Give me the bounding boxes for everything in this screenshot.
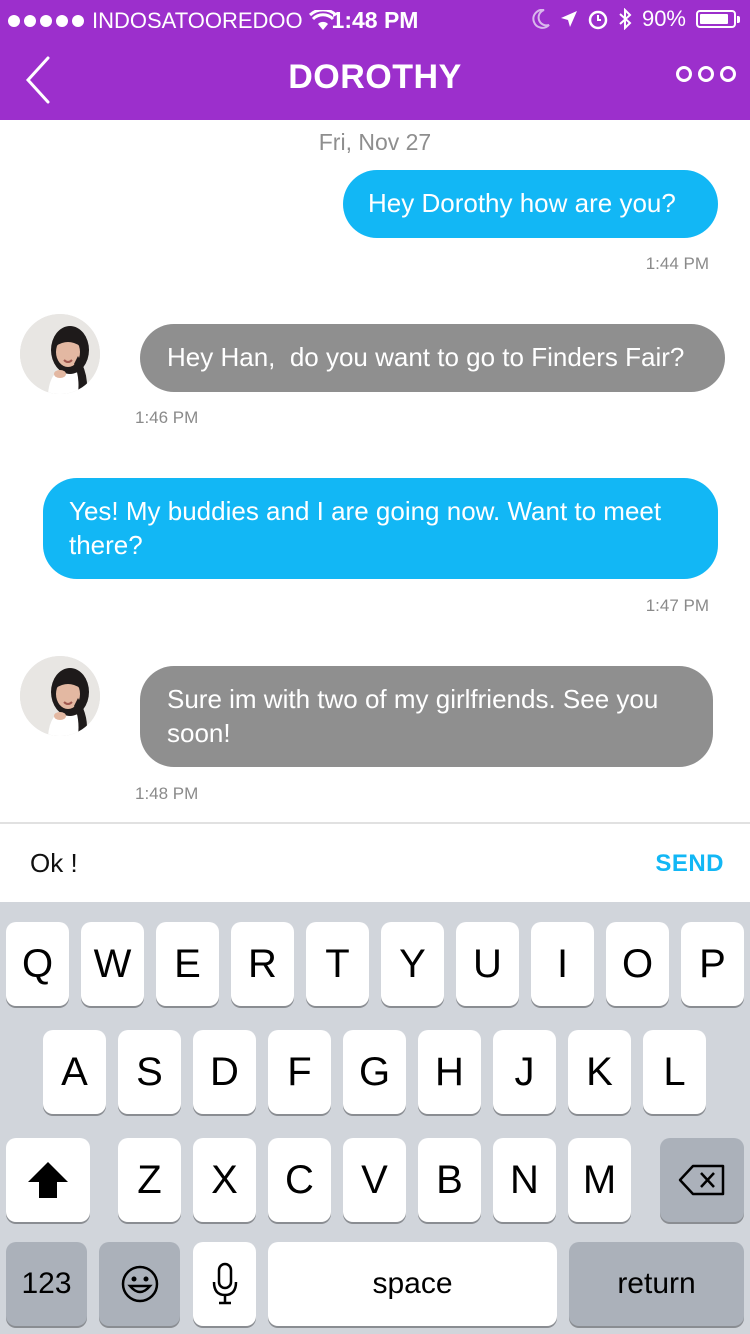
key-p[interactable]: P	[681, 922, 744, 1006]
contact-avatar[interactable]	[20, 314, 100, 394]
outgoing-message: Hey Dorothy how are you?	[343, 170, 718, 238]
incoming-message: Sure im with two of my girlfriends. See …	[140, 666, 713, 767]
keyboard: Q W E R T Y U I O P A S D F G H J K L Z …	[0, 902, 750, 1334]
key-e[interactable]: E	[156, 922, 219, 1006]
key-z[interactable]: Z	[118, 1138, 181, 1222]
return-key[interactable]: return	[569, 1242, 744, 1326]
key-u[interactable]: U	[456, 922, 519, 1006]
key-v[interactable]: V	[343, 1138, 406, 1222]
battery-percent: 90%	[641, 6, 686, 31]
space-key[interactable]: space	[268, 1242, 557, 1326]
delete-key[interactable]	[660, 1138, 744, 1222]
message-time: 1:44 PM	[645, 254, 709, 273]
key-a[interactable]: A	[43, 1030, 106, 1114]
conversation-title: DOROTHY	[288, 58, 462, 96]
message-time: 1:47 PM	[645, 596, 709, 615]
microphone-icon	[212, 1262, 237, 1305]
key-b[interactable]: B	[418, 1138, 481, 1222]
more-options-button[interactable]	[676, 66, 736, 82]
backspace-icon	[678, 1164, 725, 1196]
key-k[interactable]: K	[568, 1030, 631, 1114]
numbers-key[interactable]: 123	[6, 1242, 87, 1326]
contact-avatar[interactable]	[20, 656, 100, 736]
shift-arrow-icon	[28, 1162, 68, 1198]
emoji-icon	[121, 1265, 158, 1303]
key-h[interactable]: H	[418, 1030, 481, 1114]
dictation-key[interactable]	[193, 1242, 256, 1326]
bluetooth-icon	[619, 8, 632, 30]
send-button[interactable]: SEND	[655, 850, 724, 878]
app-header: INDOSATOOREDOO 1:48 PM 90% DOROTHY	[0, 0, 750, 120]
key-r[interactable]: R	[231, 922, 294, 1006]
message-composer: SEND	[0, 822, 750, 902]
key-w[interactable]: W	[81, 922, 144, 1006]
alarm-icon	[588, 10, 608, 30]
moon-icon	[532, 9, 550, 29]
key-f[interactable]: F	[268, 1030, 331, 1114]
message-text: Yes! My buddies and I are going now. Wan…	[69, 496, 662, 560]
key-n[interactable]: N	[493, 1138, 556, 1222]
key-m[interactable]: M	[568, 1138, 631, 1222]
message-time: 1:46 PM	[135, 408, 199, 427]
message-text: Hey Dorothy how are you?	[368, 188, 676, 218]
key-t[interactable]: T	[306, 922, 369, 1006]
shift-key[interactable]	[6, 1138, 90, 1222]
key-c[interactable]: C	[268, 1138, 331, 1222]
battery-icon	[696, 10, 740, 28]
key-d[interactable]: D	[193, 1030, 256, 1114]
emoji-key[interactable]	[99, 1242, 180, 1326]
message-time: 1:48 PM	[135, 784, 199, 803]
key-x[interactable]: X	[193, 1138, 256, 1222]
key-g[interactable]: G	[343, 1030, 406, 1114]
status-bar: INDOSATOOREDOO 1:48 PM 90%	[0, 0, 750, 40]
key-q[interactable]: Q	[6, 922, 69, 1006]
message-text: Sure im with two of my girlfriends. See …	[167, 684, 659, 748]
key-s[interactable]: S	[118, 1030, 181, 1114]
incoming-message: Hey Han, do you want to go to Finders Fa…	[140, 324, 725, 392]
key-j[interactable]: J	[493, 1030, 556, 1114]
key-o[interactable]: O	[606, 922, 669, 1006]
message-text: Hey Han, do you want to go to Finders Fa…	[167, 342, 685, 372]
outgoing-message: Yes! My buddies and I are going now. Wan…	[43, 478, 718, 579]
key-l[interactable]: L	[643, 1030, 706, 1114]
key-i[interactable]: I	[531, 922, 594, 1006]
key-y[interactable]: Y	[381, 922, 444, 1006]
location-arrow-icon	[560, 11, 577, 27]
status-right: 90%	[532, 6, 740, 32]
date-separator: Fri, Nov 27	[318, 129, 432, 155]
message-input[interactable]	[30, 840, 590, 886]
more-dots-icon	[676, 66, 692, 82]
